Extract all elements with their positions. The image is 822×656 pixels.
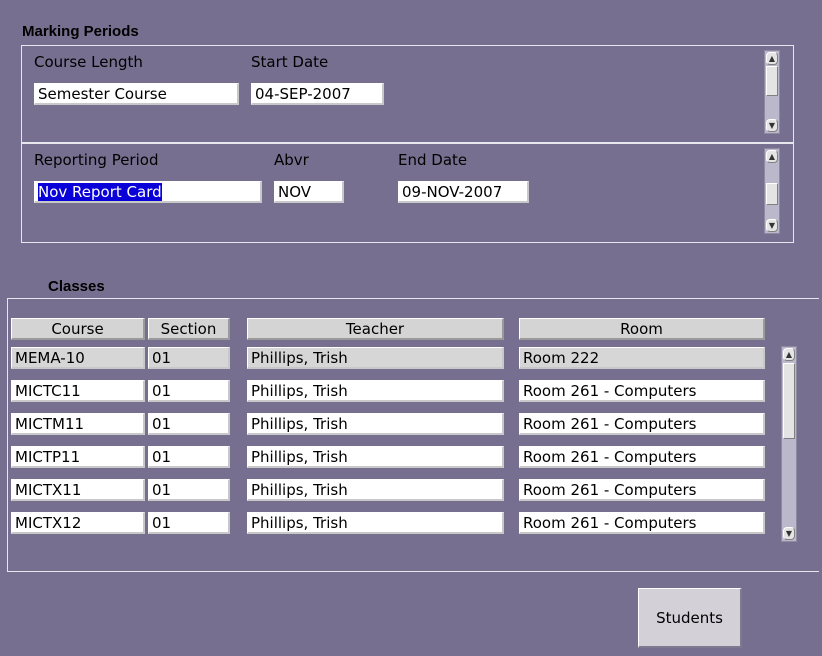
abvr-label: Abvr xyxy=(274,151,309,169)
table-cell-course[interactable]: MEMA-10 xyxy=(11,347,145,369)
table-cell-room[interactable]: Room 261 - Computers xyxy=(519,479,765,501)
table-cell-room[interactable]: Room 222 xyxy=(519,347,765,369)
start-date-label: Start Date xyxy=(251,53,329,71)
down-arrow-icon[interactable]: ▼ xyxy=(766,119,778,132)
course-length-field[interactable]: Semester Course xyxy=(34,83,239,105)
table-cell-section[interactable]: 01 xyxy=(148,479,230,501)
students-button-label: Students xyxy=(656,609,723,627)
table-cell-teacher[interactable]: Phillips, Trish xyxy=(247,479,504,501)
start-date-field[interactable]: 04-SEP-2007 xyxy=(251,83,384,105)
classes-scrollbar[interactable]: ▲ ▼ xyxy=(781,346,797,542)
table-cell-section[interactable]: 01 xyxy=(148,347,230,369)
table-cell-course[interactable]: MICTX11 xyxy=(11,479,145,501)
marking-periods-title: Marking Periods xyxy=(22,23,139,40)
end-date-label: End Date xyxy=(398,151,468,169)
table-cell-course[interactable]: MICTX12 xyxy=(11,512,145,534)
table-cell-section[interactable]: 01 xyxy=(148,413,230,435)
table-cell-teacher[interactable]: Phillips, Trish xyxy=(247,512,504,534)
table-cell-section[interactable]: 01 xyxy=(148,446,230,468)
scroll-thumb[interactable] xyxy=(766,66,778,96)
scroll-thumb[interactable] xyxy=(783,363,795,439)
table-cell-room[interactable]: Room 261 - Computers xyxy=(519,512,765,534)
up-arrow-icon[interactable]: ▲ xyxy=(766,52,778,65)
table-cell-room[interactable]: Room 261 - Computers xyxy=(519,380,765,402)
abvr-field[interactable]: NOV xyxy=(274,181,344,203)
reporting-period-panel: Reporting Period Abvr End Date Nov Repor… xyxy=(21,143,794,243)
table-cell-section[interactable]: 01 xyxy=(148,512,230,534)
reporting-period-selected-text: Nov Report Card xyxy=(38,183,162,201)
reporting-period-field[interactable]: Nov Report Card xyxy=(34,181,262,203)
table-cell-course[interactable]: MICTM11 xyxy=(11,413,145,435)
marking-periods-panel: Course Length Start Date Semester Course… xyxy=(21,45,794,143)
column-header-teacher[interactable]: Teacher xyxy=(247,318,504,340)
table-cell-section[interactable]: 01 xyxy=(148,380,230,402)
column-header-course[interactable]: Course xyxy=(11,318,145,340)
table-cell-teacher[interactable]: Phillips, Trish xyxy=(247,413,504,435)
end-date-field[interactable]: 09-NOV-2007 xyxy=(398,181,529,203)
down-arrow-icon[interactable]: ▼ xyxy=(783,527,795,540)
reporting-period-scrollbar[interactable]: ▲ ▼ xyxy=(764,148,780,234)
students-button[interactable]: Students xyxy=(638,588,742,648)
table-cell-room[interactable]: Room 261 - Computers xyxy=(519,413,765,435)
down-arrow-icon[interactable]: ▼ xyxy=(766,219,778,232)
table-cell-teacher[interactable]: Phillips, Trish xyxy=(247,347,504,369)
column-header-room[interactable]: Room xyxy=(519,318,765,340)
table-cell-teacher[interactable]: Phillips, Trish xyxy=(247,380,504,402)
marking-periods-scrollbar[interactable]: ▲ ▼ xyxy=(764,50,780,134)
column-header-section[interactable]: Section xyxy=(148,318,230,340)
scroll-thumb[interactable] xyxy=(766,183,778,205)
up-arrow-icon[interactable]: ▲ xyxy=(766,150,778,163)
table-cell-course[interactable]: MICTP11 xyxy=(11,446,145,468)
table-cell-teacher[interactable]: Phillips, Trish xyxy=(247,446,504,468)
classes-title: Classes xyxy=(48,278,105,295)
course-length-label: Course Length xyxy=(34,53,143,71)
table-cell-room[interactable]: Room 261 - Computers xyxy=(519,446,765,468)
table-cell-course[interactable]: MICTC11 xyxy=(11,380,145,402)
reporting-period-label: Reporting Period xyxy=(34,151,159,169)
up-arrow-icon[interactable]: ▲ xyxy=(783,348,795,361)
